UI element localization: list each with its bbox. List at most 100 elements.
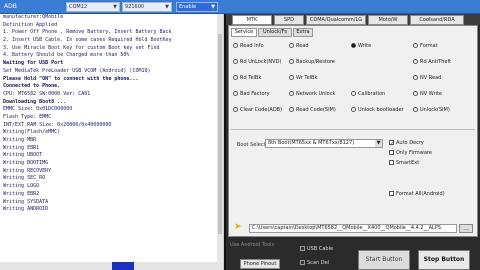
start-button[interactable]: Start Button — [358, 250, 410, 270]
log-lines: manufacturer:QMobile Definition Applied 1.… — [0, 14, 223, 214]
checkbox-label: Only Firmware — [396, 150, 432, 156]
log-line: Please Hold "ON" to connect with the pho… — [3, 75, 139, 82]
log-line: 4. Battery Should be Charged more than 5… — [3, 52, 130, 59]
log-line: 1. Power Off Phone , Remove Battery, Ins… — [3, 29, 172, 36]
option-read-code-sim-[interactable]: Read Code(SIM) — [289, 107, 336, 119]
log-line: Writing RECOVERY — [3, 167, 52, 174]
scan-del-checkbox[interactable]: Scan Del — [300, 260, 329, 266]
option-label: Calibration — [358, 91, 386, 97]
option-label: NV Read — [420, 75, 442, 81]
bottom-controls: Use Android Tools Phone Pinout USB Cable… — [228, 240, 478, 270]
radio-icon — [413, 43, 418, 48]
stop-button[interactable]: Stop Button — [418, 250, 470, 270]
log-line: Writing EBR2 — [3, 190, 40, 197]
subtab-extra[interactable]: Extra — [293, 28, 313, 37]
mode-select[interactable]: Enable ▼ — [176, 2, 218, 12]
chevron-down-icon: ▼ — [113, 4, 117, 10]
checkbox-box — [300, 260, 305, 265]
options-grid: Read Info Read Write Format Rd UnLock(NVD) Ba… — [231, 39, 475, 131]
log-line: Connected to Phone. — [3, 83, 61, 90]
log-line: Writing LOGO — [3, 183, 40, 190]
radio-icon — [351, 91, 356, 96]
option-format[interactable]: Format — [413, 43, 438, 55]
tab-spd[interactable]: SPD — [274, 15, 304, 25]
checkbox-box — [389, 150, 394, 155]
checkbox-box — [389, 191, 394, 196]
radio-icon — [351, 107, 356, 112]
progress-bar — [0, 262, 134, 270]
baud-select[interactable]: 921600 ▼ — [122, 2, 172, 12]
option-rd-antitheft[interactable]: Rd AntiTheft — [413, 59, 451, 71]
option-label: Unlock bootloader — [358, 107, 404, 113]
option-label: Rd UnLock(NVD) — [240, 59, 282, 65]
radio-icon — [413, 91, 418, 96]
baud-value: 921600 — [125, 4, 145, 10]
option-write[interactable]: Write — [351, 43, 371, 55]
option-backup-restore[interactable]: Backup/Restore — [289, 59, 335, 71]
checkbox-box: ✓ — [389, 140, 395, 147]
option-clear-code-adb-[interactable]: Clear Code(ADB) — [233, 107, 282, 119]
option-label: Rd TelBk — [240, 75, 262, 81]
top-label: ADB — [4, 3, 17, 10]
radio-icon — [289, 59, 294, 64]
option-nv-read[interactable]: NV Read — [413, 75, 441, 87]
log-scrollbar[interactable] — [217, 14, 223, 270]
option-bad-factory[interactable]: Bad Factory — [233, 91, 270, 103]
service-panel: Service Unlock/Fs Extra Read Info Read Write… — [228, 25, 478, 237]
checkbox-label: Auto Decry — [396, 140, 424, 146]
log-line: Definition Applied — [3, 21, 58, 28]
radio-icon — [233, 91, 238, 96]
option-label: Read Info — [240, 43, 264, 49]
option-unlock-bootloader[interactable]: Unlock bootloader — [351, 107, 404, 119]
smartext-checkbox[interactable]: SmartExt — [389, 160, 419, 166]
log-line: 3. Use Miracle Boot Key for custom Boot … — [3, 44, 160, 51]
port-value: COM12 — [69, 4, 88, 10]
option-read[interactable]: Read — [289, 43, 309, 55]
radio-icon — [233, 75, 238, 80]
option-label: Format — [420, 43, 438, 49]
option-nv-write[interactable]: NV Write — [413, 91, 442, 103]
tab-mtk[interactable]: MTK — [232, 15, 272, 25]
tab-moto-w[interactable]: Moto/W — [368, 15, 408, 25]
option-network-unlock[interactable]: Network Unlock — [289, 91, 335, 103]
only-firmware-checkbox[interactable]: Only Firmware — [389, 150, 432, 156]
top-toolbar: ADB COM12 ▼ 921600 ▼ Enable ▼ — [0, 0, 480, 14]
cursor-arrow-icon: ➤ — [234, 222, 242, 232]
option-unlock-sim-[interactable]: Unlock(SIM) — [413, 107, 450, 119]
usb-cable-checkbox[interactable]: USB Cable — [300, 246, 333, 252]
subtab-service[interactable]: Service — [231, 28, 257, 37]
boot-select[interactable]: 8th Boot(MT65xx & MT67xx/8127) ▼ — [265, 139, 383, 148]
chevron-down-icon: ▼ — [375, 140, 382, 147]
option-label: NV Write — [420, 91, 442, 97]
tab-coolsand-rda[interactable]: Coolsand/RDA — [410, 15, 464, 25]
firmware-path-input[interactable]: C:\Users\captain\Desktop\MT6582__QMobile… — [249, 224, 457, 233]
log-line: Flash Type: EMMC — [3, 113, 52, 120]
scrollbar-thumb[interactable] — [218, 34, 222, 234]
log-line: Set MediaTek PreLoader USB VCOM (Android… — [3, 67, 151, 74]
phone-pinout-button[interactable]: Phone Pinout — [240, 259, 280, 269]
radio-icon — [413, 75, 418, 80]
radio-icon — [351, 43, 356, 48]
auto-decry-checkbox[interactable]: ✓ Auto Decry — [389, 140, 424, 147]
bottom-section-title: Use Android Tools — [230, 242, 275, 248]
option-read-info[interactable]: Read Info — [233, 43, 264, 55]
radio-icon — [289, 91, 294, 96]
option-label: Read Code(SIM) — [296, 107, 336, 113]
tab-cdma-qualcomm-lg[interactable]: CDMA/Qualcomm/LG — [306, 15, 366, 25]
log-line: Writing UBOOT — [3, 152, 43, 159]
option-wr-telbk[interactable]: Wr TelBk — [289, 75, 317, 87]
radio-icon — [413, 107, 418, 112]
log-line: Writing EBR1 — [3, 144, 40, 151]
option-rd-telbk[interactable]: Rd TelBk — [233, 75, 261, 87]
format-all-checkbox[interactable]: Format All(Android) — [389, 191, 445, 197]
option-rd-unlock-nvd-[interactable]: Rd UnLock(NVD) — [233, 59, 281, 71]
radio-icon — [233, 43, 238, 48]
log-line: Waiting for USB Port — [3, 60, 64, 67]
port-select[interactable]: COM12 ▼ — [66, 2, 120, 12]
subtab-unlock-fs[interactable]: Unlock/Fs — [258, 28, 292, 37]
option-label: Wr TelBk — [296, 75, 318, 81]
chevron-down-icon: ▼ — [165, 4, 169, 10]
log-line: manufacturer:QMobile — [3, 14, 64, 20]
option-calibration[interactable]: Calibration — [351, 91, 385, 103]
browse-button[interactable]: ... — [459, 224, 473, 233]
